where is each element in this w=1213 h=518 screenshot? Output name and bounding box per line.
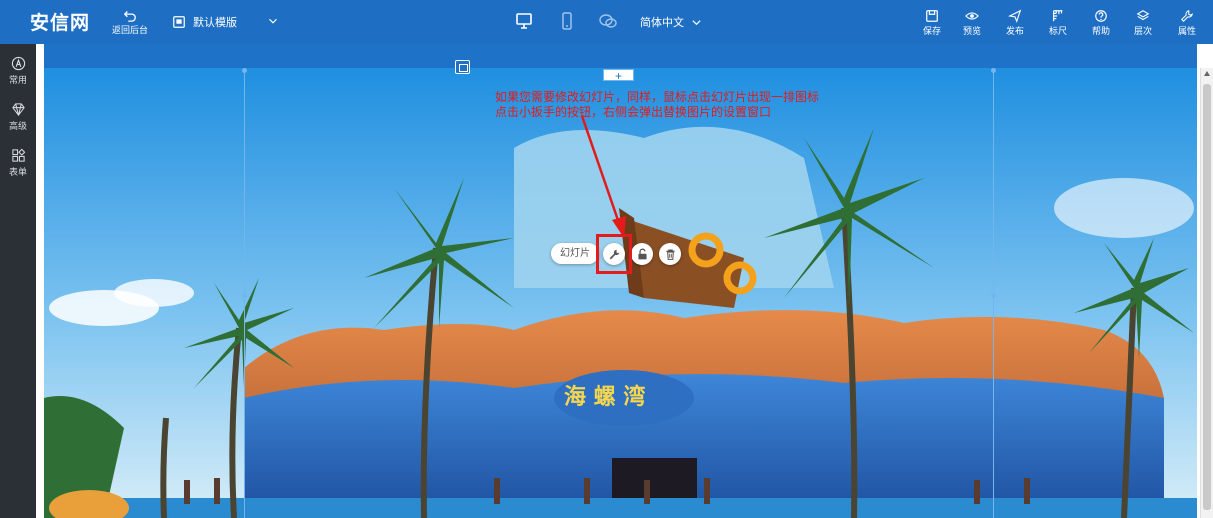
scroll-thumb[interactable] bbox=[1203, 84, 1211, 510]
svg-text:海 螺 湾: 海 螺 湾 bbox=[564, 384, 645, 410]
instruction-annotation: 如果您需要修改幻灯片，同样，鼠标点击幻灯片出现一排图标 点击小扳手的按钮，右侧会… bbox=[495, 90, 819, 120]
slideshow-module-badge[interactable] bbox=[455, 60, 470, 74]
template-selector[interactable]: 默认模版 bbox=[172, 14, 237, 30]
layers-button[interactable]: 层次 bbox=[1128, 9, 1158, 37]
back-label: 返回后台 bbox=[112, 25, 149, 35]
language-selector[interactable]: 简体中文 bbox=[640, 14, 702, 30]
sidebar-item-label: 常用 bbox=[8, 75, 27, 85]
preview-label: 预览 bbox=[962, 26, 981, 36]
slideshow-label: 幻灯片 bbox=[551, 243, 599, 264]
sidebar-item-label: 表单 bbox=[8, 167, 27, 177]
properties-label: 属性 bbox=[1177, 26, 1196, 36]
wrench-icon bbox=[1181, 10, 1193, 22]
guide-handle[interactable] bbox=[242, 68, 247, 73]
top-toolbar: 安信网 返回后台 默认模版 简体中文 保存 预览 发布 标尺 帮助 层次 属性 bbox=[0, 0, 1213, 44]
delete-button[interactable] bbox=[659, 243, 681, 265]
app-logo: 安信网 bbox=[30, 13, 91, 34]
preview-button[interactable]: 预览 bbox=[957, 9, 987, 37]
help-icon bbox=[1095, 10, 1107, 22]
properties-button[interactable]: 属性 bbox=[1172, 9, 1202, 37]
undo-icon bbox=[123, 11, 136, 22]
grid-icon bbox=[11, 148, 25, 162]
save-icon bbox=[926, 10, 938, 22]
send-icon bbox=[1008, 9, 1022, 23]
guide-handle[interactable] bbox=[242, 293, 247, 298]
trash-icon bbox=[665, 248, 675, 260]
chevron-down-icon[interactable] bbox=[266, 14, 280, 28]
language-label: 简体中文 bbox=[640, 17, 684, 29]
guide-handle[interactable] bbox=[991, 293, 996, 298]
save-label: 保存 bbox=[922, 26, 941, 36]
back-button[interactable]: 返回后台 bbox=[112, 8, 148, 36]
help-button[interactable]: 帮助 bbox=[1086, 9, 1116, 37]
scroll-up-arrow[interactable] bbox=[1204, 71, 1210, 76]
ruler-button[interactable]: 标尺 bbox=[1043, 9, 1073, 37]
add-section-button[interactable]: + bbox=[603, 69, 634, 82]
editor-canvas[interactable]: 海 螺 湾 + 如果您需要修改幻灯片，同样，鼠标点击幻灯片出现一排图标 点击小扳… bbox=[36, 44, 1213, 518]
hint-line: 如果您需要修改幻灯片，同样，鼠标点击幻灯片出现一排图标 bbox=[495, 90, 820, 104]
annotation-arrow bbox=[580, 115, 626, 238]
circle-a-icon bbox=[11, 56, 25, 71]
publish-button[interactable]: 发布 bbox=[1000, 9, 1030, 37]
highlight-box bbox=[596, 234, 632, 274]
template-icon bbox=[173, 16, 185, 28]
sidebar-item-label: 高级 bbox=[8, 121, 27, 131]
sidebar-item-common[interactable]: 常用 bbox=[0, 56, 36, 86]
template-label: 默认模版 bbox=[193, 17, 237, 29]
hint-line: 点击小扳手的按钮，右侧会弹出替换图片的设置窗口 bbox=[495, 105, 772, 119]
mobile-icon[interactable] bbox=[557, 11, 577, 31]
help-label: 帮助 bbox=[1091, 26, 1110, 36]
unlock-button[interactable] bbox=[631, 243, 653, 265]
language-chevron-icon bbox=[692, 19, 701, 25]
layers-label: 层次 bbox=[1133, 26, 1152, 36]
guide-handle[interactable] bbox=[991, 68, 996, 73]
diamond-icon bbox=[11, 103, 25, 116]
vertical-scrollbar[interactable] bbox=[1200, 68, 1213, 518]
wechat-icon[interactable] bbox=[598, 11, 618, 31]
left-sidebar: 常用 高级 表单 bbox=[0, 44, 36, 518]
sidebar-item-form[interactable]: 表单 bbox=[0, 148, 36, 178]
layers-icon bbox=[1136, 10, 1150, 21]
ruler-icon bbox=[1053, 10, 1063, 22]
desktop-icon[interactable] bbox=[514, 11, 534, 31]
ruler-label: 标尺 bbox=[1048, 26, 1067, 36]
unlock-icon bbox=[637, 248, 647, 259]
eye-icon bbox=[965, 12, 979, 20]
save-button[interactable]: 保存 bbox=[917, 9, 947, 37]
page-header-strip bbox=[44, 44, 1197, 68]
publish-label: 发布 bbox=[1005, 26, 1024, 36]
sidebar-item-advanced[interactable]: 高级 bbox=[0, 102, 36, 132]
